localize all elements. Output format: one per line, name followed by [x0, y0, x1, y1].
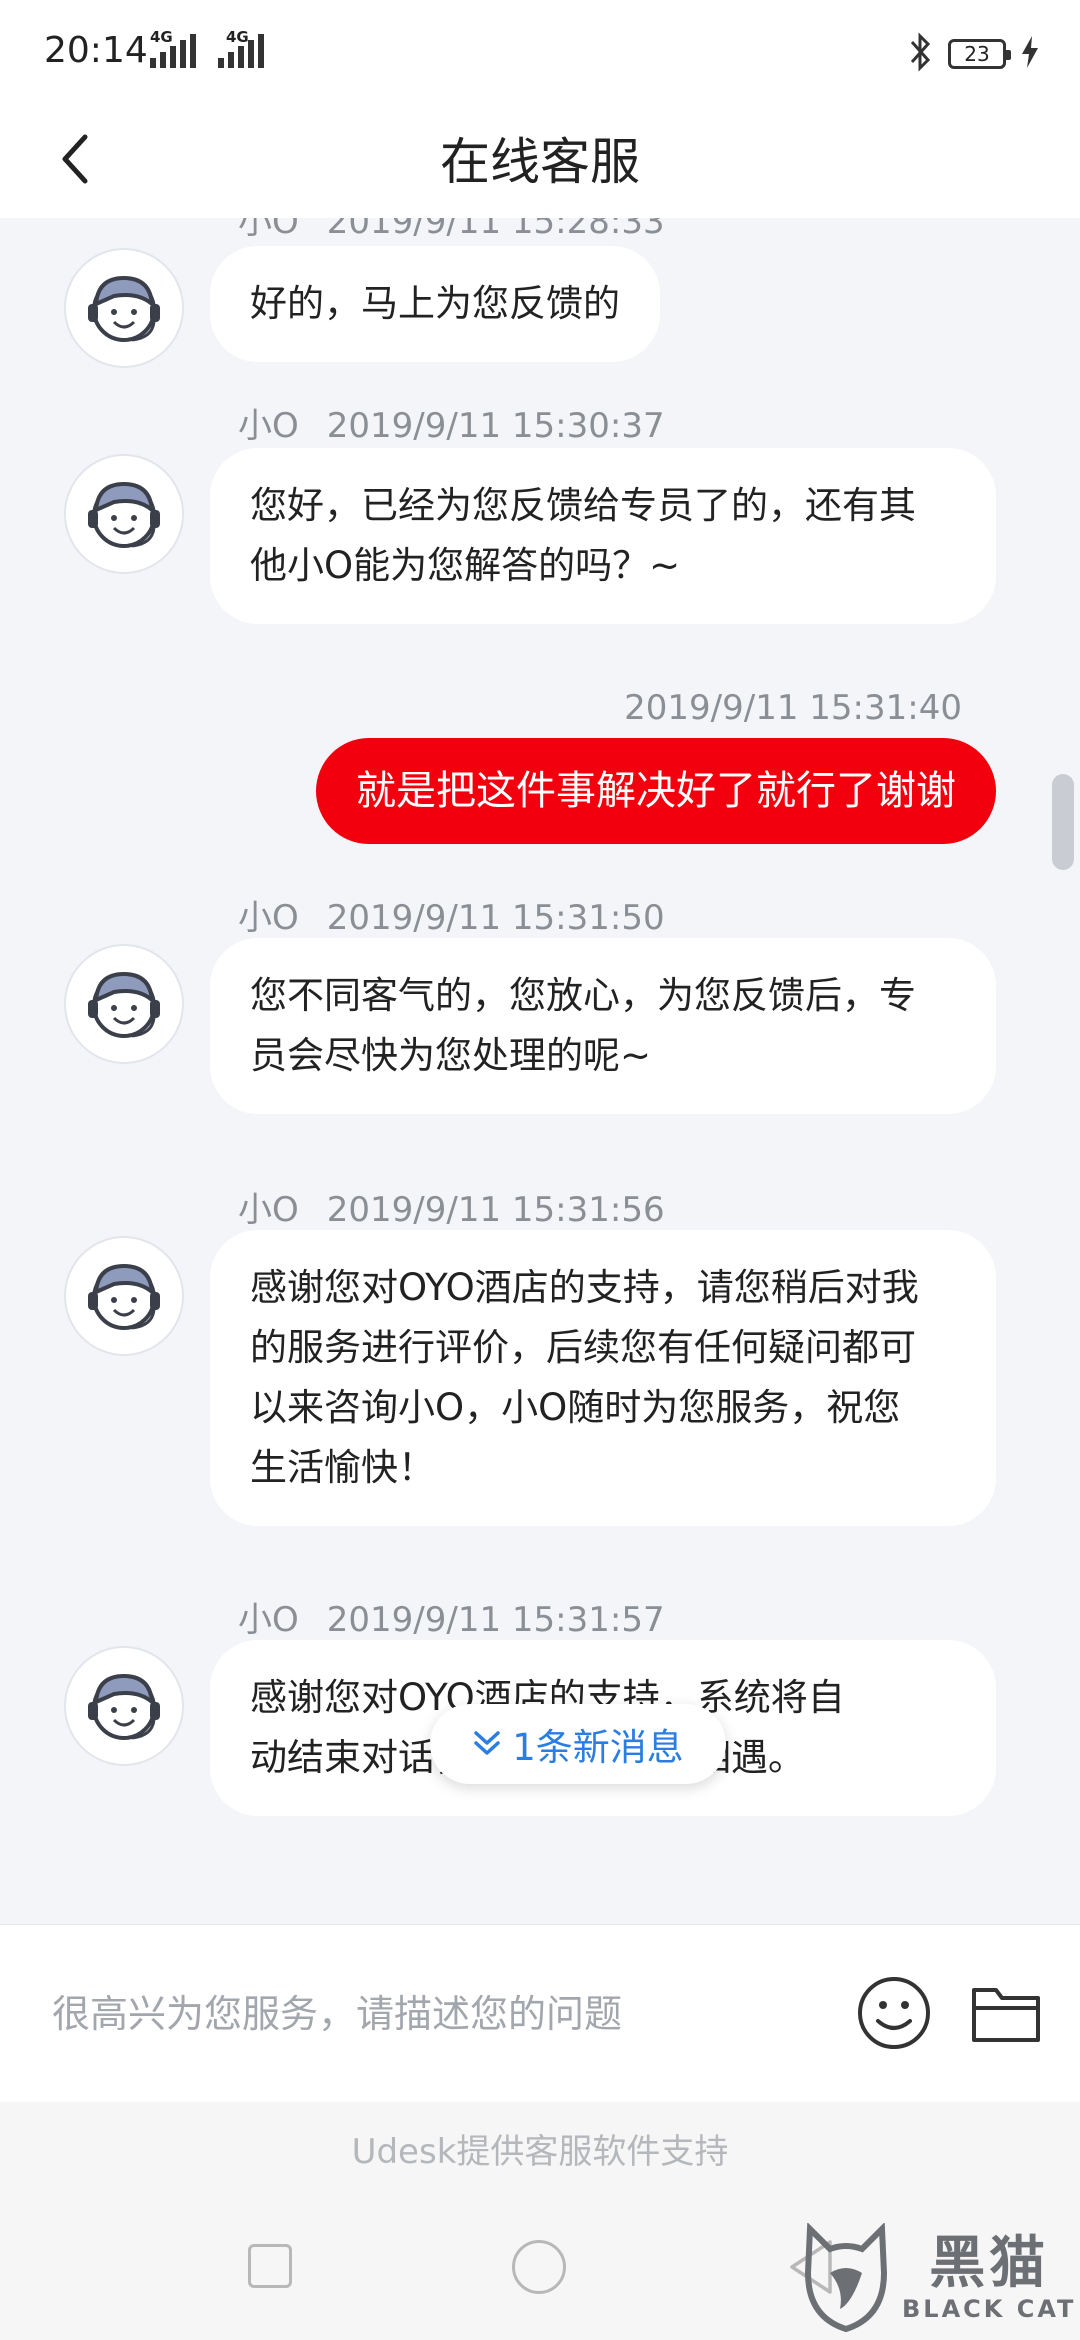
message-line: 以来咨询小O，小O随时为您服务，祝您: [250, 1386, 901, 1429]
powered-by-label: Udesk提供客服软件支持: [0, 2102, 1080, 2202]
watermark-cn: 黑猫: [929, 2231, 1050, 2296]
input-bar: [0, 1924, 1080, 2102]
message-timestamp: 2019/9/11 15:28:33: [326, 218, 665, 242]
watermark: 黑猫 BLACK CAT: [800, 2216, 1080, 2340]
sender-name: 小O: [238, 406, 299, 446]
scrollbar-thumb[interactable]: [1052, 774, 1074, 870]
battery-icon: 23: [948, 39, 1011, 69]
watermark-text: 黑猫 BLACK CAT: [902, 2231, 1077, 2324]
sender-name: 小O: [238, 898, 299, 938]
message-meta: 小O 2019/9/11 15:31:57: [238, 1592, 665, 1641]
message-line: 员会尽快为您处理的呢~: [250, 1034, 652, 1077]
message-meta: 小O 2019/9/11 15:30:37: [238, 398, 665, 447]
sender-name: 小O: [238, 1190, 299, 1230]
message-line: 感谢您对OYO酒店的支持，请您稍后对我: [250, 1266, 919, 1309]
agent-avatar[interactable]: [64, 248, 184, 368]
message-timestamp: 2019/9/11 15:31:56: [326, 1190, 665, 1230]
agent-message-bubble[interactable]: 好的，马上为您反馈的: [210, 246, 660, 362]
battery-level: 23: [964, 42, 990, 66]
new-message-button[interactable]: 1条新消息: [430, 1704, 726, 1784]
black-cat-logo-icon: [804, 2223, 888, 2333]
new-message-label: 1条新消息: [512, 1726, 684, 1769]
emoji-button[interactable]: [850, 1969, 938, 2057]
message-timestamp: 2019/9/11 15:30:37: [326, 406, 665, 446]
support-agent-icon: [88, 1673, 160, 1740]
home-button[interactable]: [512, 2240, 566, 2294]
message-line: 的服务进行评价，后续您有任何疑问都可: [250, 1326, 916, 1369]
message-meta: 小O 2019/9/11 15:31:56: [238, 1182, 665, 1231]
support-agent-icon: [88, 481, 160, 548]
support-agent-icon: [88, 971, 160, 1038]
charging-icon: [1020, 36, 1040, 72]
smiley-icon: [858, 1977, 930, 2049]
user-message-bubble[interactable]: 就是把这件事解决好了就行了谢谢: [316, 738, 996, 844]
folder-icon: [972, 1988, 1040, 2042]
recent-apps-button[interactable]: [248, 2244, 292, 2288]
watermark-en: BLACK CAT: [902, 2295, 1077, 2323]
agent-message-bubble[interactable]: 您好，已经为您反馈给专员了的，还有其 他小O能为您解答的吗？~: [210, 448, 996, 624]
double-chevron-down-icon: [474, 1731, 500, 1755]
header: 在线客服: [0, 100, 1080, 218]
agent-avatar[interactable]: [64, 454, 184, 574]
message-line: 您不同客气的，您放心，为您反馈后，专: [250, 974, 916, 1017]
status-bar: 20:14 4G 4G 23: [0, 0, 1080, 100]
agent-message-bubble[interactable]: 您不同客气的，您放心，为您反馈后，专 员会尽快为您处理的呢~: [210, 938, 996, 1114]
message-line: 生活愉快！: [250, 1446, 435, 1489]
message-meta: 小O 2019/9/11 15:31:50: [238, 890, 665, 939]
chat-list[interactable]: 小O 2019/9/11 15:28:33 好的，马上为您反馈的 小O 2019/9…: [0, 218, 1080, 1924]
message-line: 您好，已经为您反馈给专员了的，还有其: [250, 484, 916, 527]
message-input[interactable]: [52, 1981, 832, 2047]
message-timestamp: 2019/9/11 15:31:40: [624, 688, 962, 728]
sender-name: 小O: [238, 218, 299, 242]
network-type-label: 4G: [150, 28, 173, 46]
status-right-group: 23: [908, 32, 1040, 76]
message-timestamp: 2019/9/11 15:31:57: [326, 1600, 665, 1640]
message-timestamp: 2019/9/11 15:31:50: [326, 898, 665, 938]
network-type-label-2: 4G: [226, 28, 249, 46]
signal-icon-sim1: 4G: [150, 28, 196, 68]
support-agent-icon: [88, 1263, 160, 1330]
agent-message-bubble[interactable]: 感谢您对OYO酒店的支持，请您稍后对我 的服务进行评价，后续您有任何疑问都可 以…: [210, 1230, 996, 1526]
attach-file-button[interactable]: [962, 1969, 1050, 2057]
bluetooth-icon: [908, 32, 934, 76]
message-line: 他小O能为您解答的吗？~: [250, 544, 681, 587]
agent-avatar[interactable]: [64, 1236, 184, 1356]
signal-icon-sim2: 4G: [218, 28, 264, 68]
agent-avatar[interactable]: [64, 1646, 184, 1766]
message-meta: 小O 2019/9/11 15:28:33: [238, 218, 665, 243]
page-title: 在线客服: [440, 133, 640, 191]
status-time: 20:14: [44, 30, 148, 71]
support-agent-icon: [88, 275, 160, 342]
sender-name: 小O: [238, 1600, 299, 1640]
agent-avatar[interactable]: [64, 944, 184, 1064]
